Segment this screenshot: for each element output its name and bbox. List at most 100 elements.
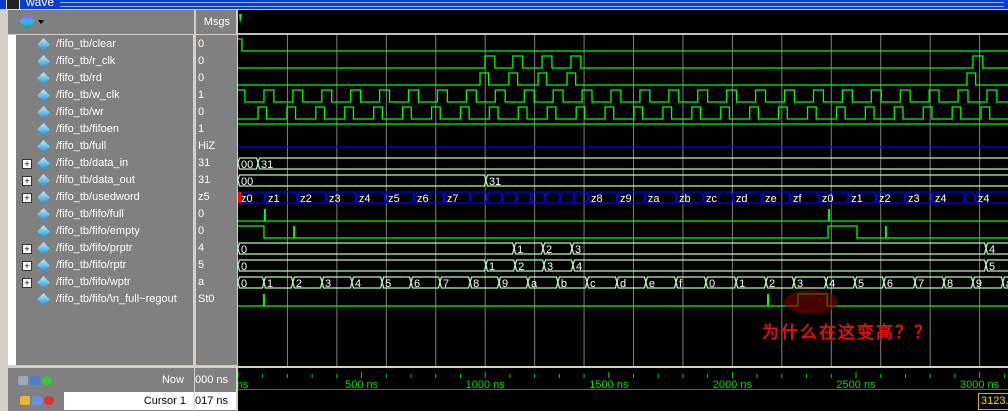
waveform-7[interactable]: 00 31 (237, 157, 1008, 171)
signal-row[interactable]: /fifo_tb/fifo/\n_full~regout (16, 291, 193, 308)
signal-row[interactable]: /fifo_tb/r_clk (16, 53, 193, 70)
waveform-12[interactable]: 0 1 2 3 4 (237, 242, 1008, 256)
bus-value: zf (793, 193, 803, 205)
bus-value: 0 (709, 278, 715, 290)
signal-diamond-icon (37, 174, 50, 187)
waveform-pane[interactable]: 00 31 00 31 z0 z1 z2 z3 z4 z5 z6 z7 z8 z9 za zb zc zd ze zf… (237, 10, 1008, 366)
waveform-14[interactable]: 0123456789abcdef0123456789a (237, 276, 1008, 290)
signal-diamond-icon (37, 72, 50, 85)
signal-diamond-icon (37, 38, 50, 51)
bus-segment (572, 259, 987, 272)
bus-segment (544, 191, 561, 204)
signal-row[interactable]: + /fifo_tb/data_in (16, 155, 193, 172)
signal-row[interactable]: + /fifo_tb/usedword (16, 189, 193, 206)
bus-value: 8 (473, 278, 479, 290)
signal-name: /fifo_tb/fifo/prptr (56, 242, 133, 254)
signal-row[interactable]: /fifo_tb/w_clk (16, 87, 193, 104)
waveform-0[interactable] (238, 38, 1008, 52)
signal-name: /fifo_tb/full (56, 140, 107, 152)
bus-value: z0 (241, 193, 253, 205)
lock-icon[interactable] (20, 396, 30, 405)
bus-value: z5 (388, 193, 400, 205)
signal-value: HiZ (198, 140, 216, 152)
cursor-name[interactable]: Cursor 1 (64, 392, 194, 410)
bus-segment (486, 191, 503, 204)
signal-row[interactable]: /fifo_tb/wr (16, 104, 193, 121)
waveform-2[interactable] (238, 72, 1008, 86)
bus-value: z2 (879, 193, 891, 205)
waveform-8[interactable]: 00 31 (237, 174, 1008, 188)
signal-row[interactable]: + /fifo_tb/fifo/wptr (16, 274, 193, 291)
waveform-1[interactable] (238, 55, 1008, 69)
waveform-15[interactable] (238, 293, 1008, 307)
bus-value: z1 (268, 193, 280, 205)
timeline-ruler[interactable]: 0 ns 500 ns 1000 ns 1500 ns 2000 ns 2500 ns 30… (238, 366, 1008, 411)
ruler-label: 2500 ns (836, 379, 876, 390)
bus-segment (573, 191, 589, 204)
signal-row[interactable]: + /fifo_tb/fifo/prptr (16, 240, 193, 257)
bus-value: z9 (620, 193, 632, 205)
signal-row[interactable]: /fifo_tb/fifoen (16, 121, 193, 138)
signal-row[interactable]: /fifo_tb/fifo/full (16, 206, 193, 223)
signal-diamond-icon (37, 123, 50, 136)
signal-value: 0 (198, 208, 205, 220)
signal-row[interactable]: + /fifo_tb/fifo/rptr (16, 257, 193, 274)
waveform-canvas[interactable]: 00 3100 31z0 z1 z2 z3 z4 z5 z6 z7 z8 z9 za zb zc zd ze zf… (237, 10, 1008, 366)
now-value: 000 ns (195, 374, 229, 386)
signal-value: 1 (198, 89, 205, 101)
bus-value: 2 (296, 278, 302, 290)
signal-name: /fifo_tb/data_out (56, 174, 135, 186)
signal-row[interactable]: /fifo_tb/full (16, 138, 193, 155)
bus-segment (501, 191, 517, 204)
bus-value: 1 (739, 278, 745, 290)
expand-icon[interactable]: + (22, 159, 32, 169)
chevron-down-icon[interactable] (38, 20, 44, 24)
add-wave-dropdown-icon[interactable] (19, 13, 35, 29)
signal-value: 0 (198, 55, 205, 67)
ruler-label: 3000 ns (960, 379, 1000, 390)
bus-value: 3 (575, 244, 581, 256)
waveform-9[interactable]: z0 z1 z2 z3 z4 z5 z6 z7 z8 z9 za zb zc zd ze zf z0 z1 z2 z3… (237, 191, 1008, 205)
signal-diamond-icon (37, 225, 50, 238)
bus-value: 4 (989, 244, 995, 256)
status-values: 000 ns 017 ns (195, 366, 236, 411)
expand-icon[interactable]: + (22, 244, 32, 254)
bus-value: 00 (241, 159, 253, 171)
signal-value: 0 (198, 72, 205, 84)
waveform-4[interactable] (238, 106, 1008, 120)
monitor-icon[interactable] (30, 376, 40, 385)
wrench-icon[interactable] (32, 396, 42, 405)
signal-name: /fifo_tb/fifo/wptr (56, 276, 131, 288)
expand-icon[interactable]: + (22, 261, 32, 271)
cursor-marker[interactable]: 3123.0 (978, 393, 1008, 410)
signal-name: /fifo_tb/data_in (56, 157, 129, 169)
waveform-10[interactable] (238, 209, 1008, 222)
waveform-3[interactable] (238, 89, 1008, 103)
bus-value: 31 (489, 176, 501, 188)
add-cursor-icon[interactable] (42, 376, 52, 385)
signal-row[interactable]: + /fifo_tb/data_out (16, 172, 193, 189)
signal-row[interactable]: /fifo_tb/rd (16, 70, 193, 87)
signal-value: 0 (198, 225, 205, 237)
signal-value: St0 (198, 293, 215, 305)
bus-value: 1 (489, 261, 495, 273)
signal-value: 31 (198, 157, 211, 169)
signal-value: z5 (198, 191, 210, 203)
signal-list-header (8, 10, 194, 36)
expand-icon[interactable]: + (22, 176, 32, 186)
waveform-11[interactable] (238, 225, 1008, 239)
expand-icon[interactable]: + (22, 278, 32, 288)
signal-row[interactable]: /fifo_tb/clear (16, 36, 193, 53)
now-icon[interactable] (18, 376, 28, 385)
status-names: Now Cursor 1 (8, 366, 194, 411)
bus-value: 1 (517, 244, 523, 256)
signal-name: /fifo_tb/rd (56, 72, 102, 84)
remove-cursor-icon[interactable] (44, 396, 54, 405)
msgs-label: Msgs (203, 16, 230, 28)
wave-trace (238, 106, 1008, 120)
signal-row[interactable]: /fifo_tb/fifo/empty (16, 223, 193, 240)
ruler-label: 1500 ns (589, 379, 629, 390)
waveform-13[interactable]: 0 1 2 3 4 5 (237, 259, 1008, 273)
titlebar-grip[interactable] (60, 2, 1004, 7)
expand-icon[interactable]: + (22, 193, 32, 203)
